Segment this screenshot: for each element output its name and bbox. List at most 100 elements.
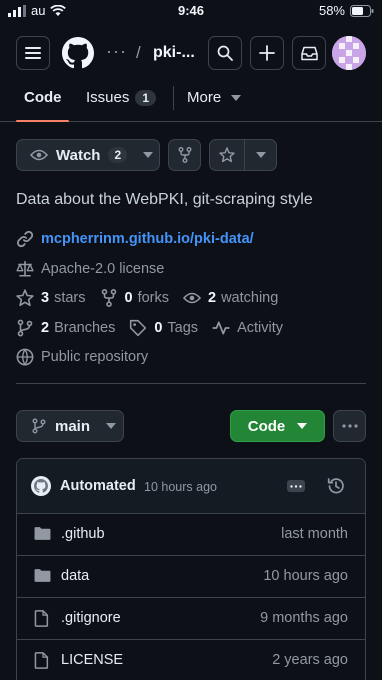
- file-updated: last month: [281, 526, 348, 542]
- tag-icon: [130, 319, 147, 337]
- stars-count: 3: [41, 290, 50, 306]
- branches-stat[interactable]: 2 Branches: [16, 319, 115, 337]
- watching-stat[interactable]: 2 watching: [183, 289, 278, 307]
- repo-tabs: Code Issues 1 More: [0, 82, 382, 122]
- visibility-label: Public repository: [41, 349, 149, 365]
- star-lists-button[interactable]: [245, 140, 277, 170]
- branch-selector[interactable]: main: [16, 410, 124, 442]
- file-name[interactable]: data: [61, 568, 89, 584]
- file-row[interactable]: .github last month: [17, 514, 365, 556]
- pulse-icon: [212, 321, 230, 335]
- star-icon: [219, 147, 235, 163]
- code-button[interactable]: Code: [230, 410, 325, 442]
- stars-label: stars: [54, 290, 86, 306]
- hamburger-icon: [25, 47, 41, 59]
- tab-code[interactable]: Code: [24, 89, 62, 106]
- inbox-icon: [300, 46, 318, 60]
- branch-icon: [17, 319, 33, 337]
- repo-license[interactable]: Apache-2.0 license: [16, 260, 164, 278]
- file-updated: 10 hours ago: [263, 568, 348, 584]
- star-button-group: [209, 139, 277, 171]
- search-button[interactable]: [208, 36, 242, 70]
- chevron-down-icon: [231, 94, 242, 101]
- fork-icon: [101, 289, 116, 307]
- tags-label: Tags: [167, 320, 199, 336]
- breadcrumb-separator: /: [136, 43, 141, 62]
- eye-icon: [30, 149, 48, 161]
- chevron-down-icon: [297, 423, 308, 429]
- file-row[interactable]: .gitignore 9 months ago: [17, 598, 365, 640]
- repo-refs: 2 Branches 0 Tags Activity: [16, 319, 297, 337]
- watch-count: 2: [108, 147, 128, 163]
- forks-stat[interactable]: 0 forks: [100, 289, 169, 307]
- app-header: ··· / pki-...: [16, 36, 366, 70]
- folder-icon: [34, 569, 51, 582]
- link-icon: [16, 230, 34, 248]
- file-icon: [34, 652, 49, 669]
- tags-count: 0: [154, 320, 163, 336]
- branches-label: Branches: [54, 320, 116, 336]
- stars-stat[interactable]: 3 stars: [16, 289, 86, 307]
- status-bar: au 9:46 58%: [0, 0, 382, 22]
- repo-stats: 3 stars 0 forks 2 watching: [16, 289, 292, 307]
- repo-description: Data about the WebPKI, git-scraping styl…: [16, 191, 313, 208]
- file-updated: 2 years ago: [272, 652, 348, 668]
- fork-button[interactable]: [168, 139, 201, 171]
- battery-icon: [350, 4, 374, 17]
- activity-link[interactable]: Activity: [212, 319, 283, 337]
- tab-issues[interactable]: Issues 1: [86, 89, 157, 106]
- battery-percent: 58%: [318, 3, 345, 18]
- commit-message-toggle[interactable]: [287, 480, 305, 492]
- file-name[interactable]: LICENSE: [61, 652, 123, 668]
- file-name[interactable]: .gitignore: [61, 610, 121, 626]
- watch-button[interactable]: Watch 2: [16, 139, 160, 171]
- commit-author-avatar[interactable]: [31, 476, 51, 496]
- code-button-label: Code: [247, 417, 286, 435]
- branches-count: 2: [41, 320, 50, 336]
- tags-stat[interactable]: 0 Tags: [129, 319, 198, 337]
- identicon-icon: [332, 36, 366, 70]
- tab-more-label: More: [187, 89, 222, 106]
- more-options-button[interactable]: [333, 410, 366, 442]
- commit-author[interactable]: Automated: [60, 478, 136, 494]
- watch-label: Watch: [56, 146, 101, 164]
- fork-icon: [178, 147, 191, 163]
- file-name[interactable]: .github: [61, 526, 105, 542]
- chevron-down-icon: [256, 152, 266, 158]
- kebab-horizontal-icon: [341, 424, 358, 428]
- inbox-button[interactable]: [292, 36, 326, 70]
- github-logo-icon[interactable]: [62, 37, 94, 69]
- law-icon: [16, 261, 34, 277]
- latest-commit-row: Automated 10 hours ago: [17, 459, 365, 514]
- file-row[interactable]: data 10 hours ago: [17, 556, 365, 598]
- repo-website-link[interactable]: mcpherrinm.github.io/pki-data/: [41, 231, 254, 247]
- menu-button[interactable]: [16, 36, 50, 70]
- file-updated: 9 months ago: [260, 610, 348, 626]
- breadcrumb-more[interactable]: ···: [106, 41, 127, 62]
- eye-icon: [183, 292, 201, 304]
- folder-icon: [34, 527, 51, 540]
- tab-divider: [173, 86, 174, 110]
- file-browser: Automated 10 hours ago .github last mont…: [16, 458, 366, 680]
- repo-website[interactable]: mcpherrinm.github.io/pki-data/: [16, 230, 254, 248]
- avatar[interactable]: [332, 36, 366, 70]
- ellipsis-icon: [290, 484, 302, 488]
- issues-count-badge: 1: [135, 90, 157, 106]
- watching-label: watching: [221, 290, 279, 306]
- breadcrumb-repo-name[interactable]: pki-...: [153, 44, 195, 62]
- create-new-button[interactable]: [250, 36, 284, 70]
- tab-more[interactable]: More: [187, 89, 242, 106]
- star-button[interactable]: [210, 140, 244, 170]
- commit-time: 10 hours ago: [144, 480, 217, 494]
- activity-label: Activity: [237, 320, 283, 336]
- globe-icon: [16, 348, 34, 366]
- file-row[interactable]: LICENSE 2 years ago: [17, 640, 365, 680]
- section-divider: [16, 383, 366, 384]
- repo-visibility: Public repository: [16, 348, 148, 366]
- history-icon[interactable]: [327, 477, 345, 495]
- plus-icon: [259, 45, 275, 61]
- file-icon: [34, 610, 49, 627]
- chevron-down-icon: [143, 152, 154, 158]
- active-tab-indicator: [16, 120, 69, 122]
- search-icon: [217, 45, 233, 61]
